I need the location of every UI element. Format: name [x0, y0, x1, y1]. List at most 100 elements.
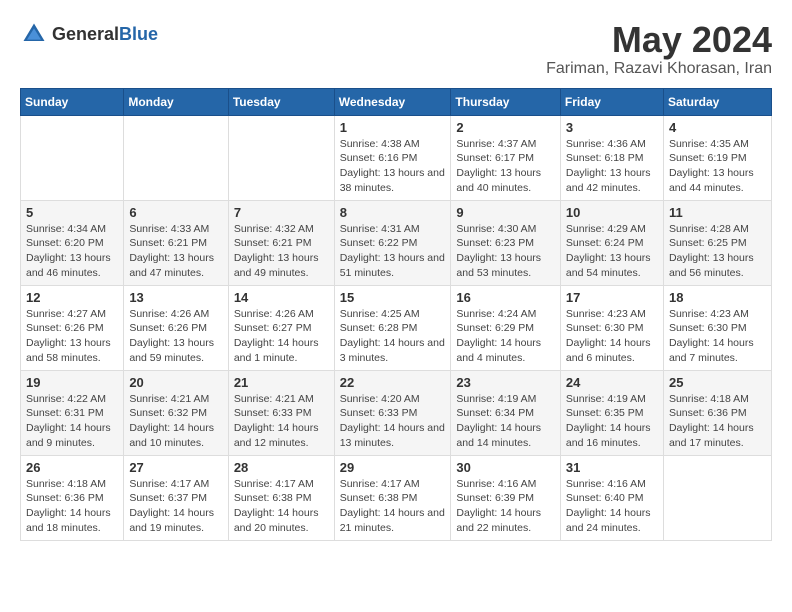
- day-number: 10: [566, 205, 658, 220]
- day-detail: Sunrise: 4:24 AMSunset: 6:29 PMDaylight:…: [456, 308, 541, 364]
- day-detail: Sunrise: 4:27 AMSunset: 6:26 PMDaylight:…: [26, 308, 111, 364]
- calendar-week-row: 12 Sunrise: 4:27 AMSunset: 6:26 PMDaylig…: [21, 285, 772, 370]
- logo-icon: [20, 20, 48, 48]
- calendar-cell: 27 Sunrise: 4:17 AMSunset: 6:37 PMDaylig…: [124, 455, 228, 540]
- day-detail: Sunrise: 4:28 AMSunset: 6:25 PMDaylight:…: [669, 223, 754, 279]
- calendar-cell: 5 Sunrise: 4:34 AMSunset: 6:20 PMDayligh…: [21, 200, 124, 285]
- calendar-cell: 18 Sunrise: 4:23 AMSunset: 6:30 PMDaylig…: [663, 285, 771, 370]
- day-number: 20: [129, 375, 222, 390]
- calendar-cell: 12 Sunrise: 4:27 AMSunset: 6:26 PMDaylig…: [21, 285, 124, 370]
- calendar-cell: 2 Sunrise: 4:37 AMSunset: 6:17 PMDayligh…: [451, 115, 561, 200]
- calendar-week-row: 19 Sunrise: 4:22 AMSunset: 6:31 PMDaylig…: [21, 370, 772, 455]
- calendar-cell: 16 Sunrise: 4:24 AMSunset: 6:29 PMDaylig…: [451, 285, 561, 370]
- day-number: 7: [234, 205, 329, 220]
- day-number: 18: [669, 290, 766, 305]
- day-detail: Sunrise: 4:21 AMSunset: 6:32 PMDaylight:…: [129, 393, 214, 449]
- day-detail: Sunrise: 4:25 AMSunset: 6:28 PMDaylight:…: [340, 308, 445, 364]
- calendar-cell: 14 Sunrise: 4:26 AMSunset: 6:27 PMDaylig…: [228, 285, 334, 370]
- day-detail: Sunrise: 4:33 AMSunset: 6:21 PMDaylight:…: [129, 223, 214, 279]
- day-detail: Sunrise: 4:18 AMSunset: 6:36 PMDaylight:…: [669, 393, 754, 449]
- day-number: 14: [234, 290, 329, 305]
- day-detail: Sunrise: 4:21 AMSunset: 6:33 PMDaylight:…: [234, 393, 319, 449]
- weekday-header: Friday: [560, 88, 663, 115]
- logo-blue: Blue: [119, 24, 158, 44]
- day-number: 23: [456, 375, 555, 390]
- day-detail: Sunrise: 4:23 AMSunset: 6:30 PMDaylight:…: [566, 308, 651, 364]
- day-number: 11: [669, 205, 766, 220]
- day-number: 8: [340, 205, 446, 220]
- day-number: 13: [129, 290, 222, 305]
- day-number: 24: [566, 375, 658, 390]
- day-detail: Sunrise: 4:23 AMSunset: 6:30 PMDaylight:…: [669, 308, 754, 364]
- day-detail: Sunrise: 4:37 AMSunset: 6:17 PMDaylight:…: [456, 138, 541, 194]
- day-detail: Sunrise: 4:36 AMSunset: 6:18 PMDaylight:…: [566, 138, 651, 194]
- day-number: 3: [566, 120, 658, 135]
- calendar-cell: 23 Sunrise: 4:19 AMSunset: 6:34 PMDaylig…: [451, 370, 561, 455]
- main-title: May 2024: [546, 20, 772, 60]
- day-detail: Sunrise: 4:34 AMSunset: 6:20 PMDaylight:…: [26, 223, 111, 279]
- calendar-table: SundayMondayTuesdayWednesdayThursdayFrid…: [20, 88, 772, 541]
- logo-general: General: [52, 24, 119, 44]
- weekday-header: Wednesday: [334, 88, 451, 115]
- day-number: 31: [566, 460, 658, 475]
- day-detail: Sunrise: 4:26 AMSunset: 6:27 PMDaylight:…: [234, 308, 319, 364]
- calendar-week-row: 26 Sunrise: 4:18 AMSunset: 6:36 PMDaylig…: [21, 455, 772, 540]
- calendar-cell: 19 Sunrise: 4:22 AMSunset: 6:31 PMDaylig…: [21, 370, 124, 455]
- day-number: 1: [340, 120, 446, 135]
- calendar-cell: 29 Sunrise: 4:17 AMSunset: 6:38 PMDaylig…: [334, 455, 451, 540]
- logo-text: GeneralBlue: [52, 24, 158, 45]
- day-number: 30: [456, 460, 555, 475]
- day-detail: Sunrise: 4:16 AMSunset: 6:39 PMDaylight:…: [456, 478, 541, 534]
- calendar-cell: 8 Sunrise: 4:31 AMSunset: 6:22 PMDayligh…: [334, 200, 451, 285]
- weekday-header: Thursday: [451, 88, 561, 115]
- calendar-week-row: 5 Sunrise: 4:34 AMSunset: 6:20 PMDayligh…: [21, 200, 772, 285]
- day-detail: Sunrise: 4:19 AMSunset: 6:34 PMDaylight:…: [456, 393, 541, 449]
- day-number: 28: [234, 460, 329, 475]
- calendar-cell: 15 Sunrise: 4:25 AMSunset: 6:28 PMDaylig…: [334, 285, 451, 370]
- calendar-cell: 30 Sunrise: 4:16 AMSunset: 6:39 PMDaylig…: [451, 455, 561, 540]
- day-detail: Sunrise: 4:32 AMSunset: 6:21 PMDaylight:…: [234, 223, 319, 279]
- day-detail: Sunrise: 4:17 AMSunset: 6:38 PMDaylight:…: [340, 478, 445, 534]
- weekday-header: Saturday: [663, 88, 771, 115]
- day-detail: Sunrise: 4:26 AMSunset: 6:26 PMDaylight:…: [129, 308, 214, 364]
- calendar-cell: 22 Sunrise: 4:20 AMSunset: 6:33 PMDaylig…: [334, 370, 451, 455]
- day-number: 5: [26, 205, 118, 220]
- calendar-cell: 24 Sunrise: 4:19 AMSunset: 6:35 PMDaylig…: [560, 370, 663, 455]
- day-detail: Sunrise: 4:38 AMSunset: 6:16 PMDaylight:…: [340, 138, 445, 194]
- calendar-cell: [124, 115, 228, 200]
- day-number: 26: [26, 460, 118, 475]
- logo: GeneralBlue: [20, 20, 158, 48]
- calendar-cell: 3 Sunrise: 4:36 AMSunset: 6:18 PMDayligh…: [560, 115, 663, 200]
- calendar-cell: 10 Sunrise: 4:29 AMSunset: 6:24 PMDaylig…: [560, 200, 663, 285]
- calendar-cell: 9 Sunrise: 4:30 AMSunset: 6:23 PMDayligh…: [451, 200, 561, 285]
- day-detail: Sunrise: 4:16 AMSunset: 6:40 PMDaylight:…: [566, 478, 651, 534]
- weekday-header-row: SundayMondayTuesdayWednesdayThursdayFrid…: [21, 88, 772, 115]
- calendar-cell: 6 Sunrise: 4:33 AMSunset: 6:21 PMDayligh…: [124, 200, 228, 285]
- title-block: May 2024 Fariman, Razavi Khorasan, Iran: [546, 20, 772, 78]
- calendar-cell: 1 Sunrise: 4:38 AMSunset: 6:16 PMDayligh…: [334, 115, 451, 200]
- calendar-cell: 13 Sunrise: 4:26 AMSunset: 6:26 PMDaylig…: [124, 285, 228, 370]
- calendar-cell: 11 Sunrise: 4:28 AMSunset: 6:25 PMDaylig…: [663, 200, 771, 285]
- calendar-week-row: 1 Sunrise: 4:38 AMSunset: 6:16 PMDayligh…: [21, 115, 772, 200]
- calendar-cell: 7 Sunrise: 4:32 AMSunset: 6:21 PMDayligh…: [228, 200, 334, 285]
- calendar-cell: 17 Sunrise: 4:23 AMSunset: 6:30 PMDaylig…: [560, 285, 663, 370]
- day-detail: Sunrise: 4:19 AMSunset: 6:35 PMDaylight:…: [566, 393, 651, 449]
- day-detail: Sunrise: 4:17 AMSunset: 6:38 PMDaylight:…: [234, 478, 319, 534]
- calendar-cell: [228, 115, 334, 200]
- page-header: GeneralBlue May 2024 Fariman, Razavi Kho…: [20, 20, 772, 78]
- day-number: 6: [129, 205, 222, 220]
- calendar-cell: 4 Sunrise: 4:35 AMSunset: 6:19 PMDayligh…: [663, 115, 771, 200]
- calendar-cell: 28 Sunrise: 4:17 AMSunset: 6:38 PMDaylig…: [228, 455, 334, 540]
- calendar-cell: 20 Sunrise: 4:21 AMSunset: 6:32 PMDaylig…: [124, 370, 228, 455]
- calendar-cell: [21, 115, 124, 200]
- day-detail: Sunrise: 4:29 AMSunset: 6:24 PMDaylight:…: [566, 223, 651, 279]
- day-number: 9: [456, 205, 555, 220]
- day-detail: Sunrise: 4:31 AMSunset: 6:22 PMDaylight:…: [340, 223, 445, 279]
- day-number: 21: [234, 375, 329, 390]
- day-number: 4: [669, 120, 766, 135]
- day-number: 2: [456, 120, 555, 135]
- day-detail: Sunrise: 4:20 AMSunset: 6:33 PMDaylight:…: [340, 393, 445, 449]
- weekday-header: Sunday: [21, 88, 124, 115]
- day-number: 12: [26, 290, 118, 305]
- weekday-header: Monday: [124, 88, 228, 115]
